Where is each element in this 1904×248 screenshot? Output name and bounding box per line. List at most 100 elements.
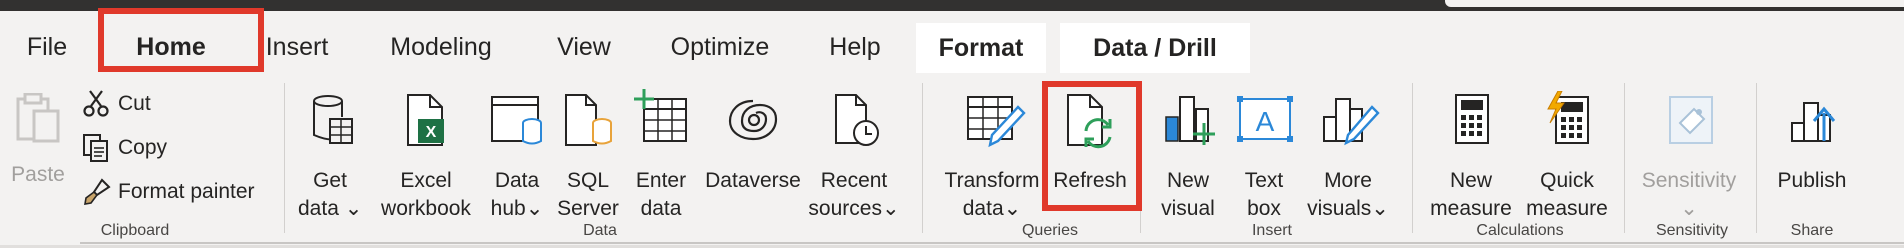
clipboard-group-label: Clipboard	[100, 222, 170, 239]
paste-button[interactable]: Paste	[8, 92, 68, 213]
transform-label-2: data⌄	[962, 197, 1022, 220]
get-data-button[interactable]: Get data ⌄	[298, 89, 362, 229]
enter-data-table-icon	[634, 89, 690, 152]
publish-button[interactable]: Publish	[1770, 89, 1854, 229]
refresh-label: Refresh	[1053, 169, 1127, 192]
text-box-button[interactable]: A Text box	[1230, 89, 1298, 229]
ribbon-home: Paste Cut Copy Format painter Clipboard …	[0, 75, 1904, 248]
sql-server-icon	[562, 93, 614, 152]
data-group-label: Data	[583, 222, 617, 239]
text-box-label-1: Text	[1244, 169, 1284, 192]
tab-data-drill[interactable]: Data / Drill	[1060, 23, 1250, 73]
chevron-down-icon: ⌄	[1371, 197, 1389, 220]
refresh-button[interactable]: Refresh	[1046, 89, 1134, 229]
new-measure-button[interactable]: New measure	[1428, 89, 1514, 229]
sensitivity-label-icon	[1666, 93, 1716, 152]
recent-sources-clock-icon	[832, 93, 880, 154]
cut-button[interactable]: Cut	[82, 87, 162, 121]
group-divider	[1756, 83, 1757, 233]
more-visuals-button[interactable]: More visuals⌄	[1302, 89, 1394, 229]
text-box-icon: A	[1236, 95, 1294, 150]
dataverse-button[interactable]: Dataverse	[700, 89, 806, 229]
new-measure-label-1: New	[1449, 169, 1492, 192]
tab-insert[interactable]: Insert	[262, 26, 332, 68]
format-painter-button[interactable]: Format painter	[82, 175, 272, 209]
enter-data-button[interactable]: Enter data	[626, 89, 696, 229]
insert-group-label: Insert	[1251, 222, 1292, 239]
ribbon-bottom-border	[80, 242, 1904, 244]
group-divider	[922, 83, 923, 233]
chevron-down-icon: ⌄	[1003, 197, 1022, 220]
transform-data-button[interactable]: Transform data⌄	[940, 89, 1044, 229]
enter-data-label-1: Enter	[635, 169, 687, 192]
paste-label: Paste	[11, 163, 65, 186]
more-visuals-label-2: visuals⌄	[1307, 197, 1389, 220]
calculator-icon	[1452, 93, 1492, 152]
sql-label-2: Server	[557, 197, 619, 220]
paintbrush-icon	[82, 177, 112, 212]
copy-icon	[82, 133, 110, 168]
tab-modeling[interactable]: Modeling	[384, 26, 498, 68]
chevron-down-icon: ⌄	[344, 197, 363, 220]
dataverse-label: Dataverse	[705, 169, 801, 192]
sensitivity-button[interactable]: Sensitivity ⌄	[1636, 89, 1742, 229]
calculations-group-label: Calculations	[1476, 222, 1564, 239]
copy-label: Copy	[118, 136, 168, 159]
sensitivity-label: Sensitivity	[1641, 169, 1737, 192]
tab-home[interactable]: Home	[96, 26, 246, 68]
recent-sources-button[interactable]: Recent sources⌄	[806, 89, 902, 229]
excel-label-1: Excel	[400, 169, 452, 192]
text-box-label-2: box	[1247, 197, 1281, 220]
excel-workbook-button[interactable]: X Excel workbook	[376, 89, 476, 229]
database-table-icon	[310, 93, 354, 152]
chevron-down-icon: ⌄	[881, 197, 900, 220]
format-painter-label: Format painter	[118, 180, 255, 203]
cut-label: Cut	[118, 92, 151, 115]
more-visuals-label-1: More	[1324, 169, 1372, 192]
transform-data-icon	[966, 93, 1026, 154]
chevron-down-icon: ⌄	[525, 197, 544, 220]
quick-measure-lightning-calculator-icon	[1544, 90, 1594, 152]
publish-icon	[1788, 93, 1838, 152]
group-divider	[1624, 83, 1625, 233]
group-divider	[284, 83, 285, 233]
transform-label-1: Transform	[944, 169, 1040, 192]
group-divider	[1140, 83, 1141, 233]
tab-format[interactable]: Format	[916, 23, 1046, 73]
excel-icon: X	[404, 93, 448, 152]
title-bar	[0, 0, 1904, 11]
svg-text:X: X	[426, 124, 437, 141]
tab-file[interactable]: File	[22, 26, 72, 68]
scissors-icon	[82, 89, 110, 122]
new-visual-button[interactable]: New visual	[1152, 89, 1224, 229]
enter-data-label-2: data	[640, 197, 682, 220]
new-visual-label-2: visual	[1161, 197, 1215, 220]
data-hub-button[interactable]: Data hub⌄	[484, 89, 550, 229]
new-visual-bar-chart-icon	[1164, 95, 1220, 152]
queries-group-label: Queries	[1021, 222, 1079, 239]
sql-label-1: SQL	[566, 169, 610, 192]
quick-measure-label-1: Quick	[1540, 169, 1594, 192]
ribbon-tabs: File Home Insert Modeling View Optimize …	[0, 11, 1904, 75]
data-hub-label-2: hub⌄	[490, 197, 544, 220]
data-hub-icon	[490, 93, 546, 152]
tab-view[interactable]: View	[554, 26, 614, 68]
group-divider	[1412, 83, 1413, 233]
get-data-label-1: Get	[313, 169, 347, 192]
copy-button[interactable]: Copy	[82, 131, 182, 165]
refresh-icon	[1064, 93, 1120, 154]
svg-text:A: A	[1256, 106, 1275, 137]
quick-measure-button[interactable]: Quick measure	[1522, 89, 1612, 229]
chevron-down-icon: ⌄	[1680, 197, 1698, 220]
excel-label-2: workbook	[381, 197, 471, 220]
title-search-box[interactable]	[1445, 0, 1904, 7]
tab-optimize[interactable]: Optimize	[666, 26, 774, 68]
quick-measure-label-2: measure	[1526, 197, 1608, 220]
sensitivity-group-label: Sensitivity	[1655, 222, 1729, 239]
get-data-label-2: data ⌄	[298, 197, 363, 220]
recent-label-2: sources⌄	[808, 197, 900, 220]
sql-server-button[interactable]: SQL Server	[556, 89, 620, 229]
new-measure-label-2: measure	[1430, 197, 1512, 220]
tab-help[interactable]: Help	[826, 26, 884, 68]
publish-label: Publish	[1777, 169, 1847, 192]
